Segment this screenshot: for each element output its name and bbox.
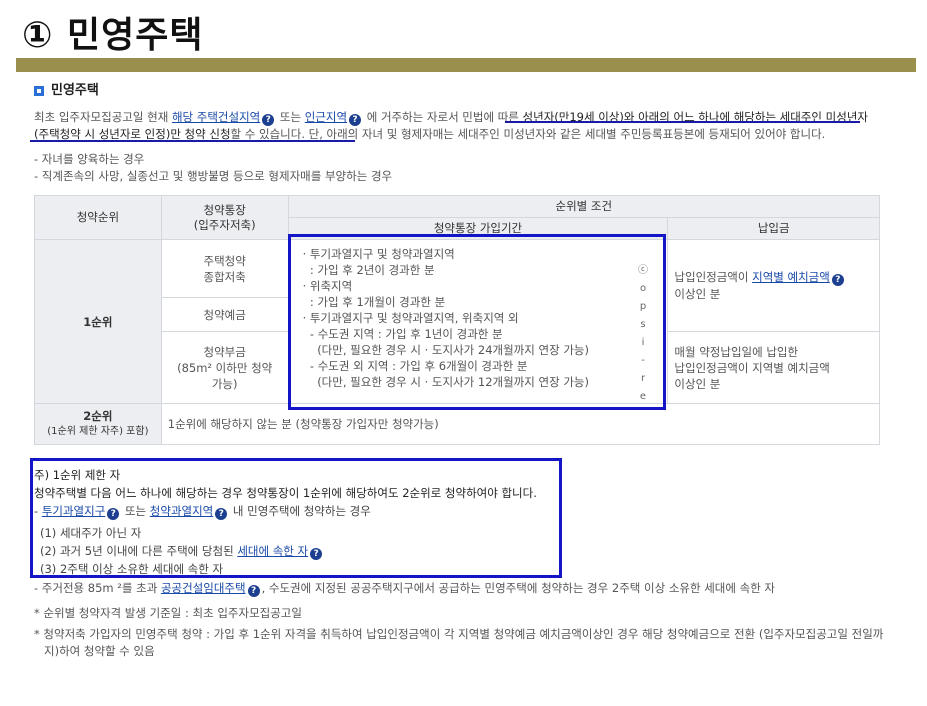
highlight-box-period (288, 234, 666, 410)
account-housing: 주택청약 종합저축 (160, 239, 289, 298)
help-icon[interactable]: ? (262, 114, 275, 126)
header-payment: 납입금 (667, 217, 880, 240)
footer-line: - 주거전용 85m ²를 초과 공공건설임대주택?, 수도권에 지정된 공공주… (34, 581, 776, 597)
title-bar (16, 58, 916, 72)
link-housing-area[interactable]: 해당 주택건설지역 (172, 110, 260, 124)
square-bullet-icon (34, 85, 44, 96)
list-item: - 직계존속의 사망, 실종선고 및 행방불명 등으로 형제자매를 부양하는 경… (34, 169, 393, 183)
condition-list: - 자녀를 양육하는 경우 - 직계존속의 사망, 실종선고 및 행방불명 등으… (34, 151, 880, 185)
underline-mark (505, 121, 860, 123)
slide-title: ① 민영주택 (22, 15, 204, 56)
watermark-text: ⓒ o p s i - r e (638, 265, 648, 402)
intro-paragraph: 최초 입주자모집공고일 현재 해당 주택건설지역? 또는 인근지역? 에 거주하… (34, 109, 880, 143)
link-nearby-area[interactable]: 인근지역 (305, 110, 347, 124)
link-regional-deposit[interactable]: 지역별 예치금액 (752, 270, 830, 284)
section-title: 민영주택 (51, 83, 99, 98)
intro-text: 에 거주하는 자로서 민법에 따른 (363, 110, 523, 124)
intro-text: 할 수 있습니다. 단, 아래의 자녀 및 형제자매는 세대주인 미성년자와 같… (230, 127, 826, 141)
payment-cell-1: 납입인정금액이 지역별 예치금액? 이상인 분 (667, 239, 880, 332)
intro-text: 또는 (276, 110, 305, 124)
footer-line: * 청약저축 가입자의 민영주택 청약 : 가입 후 1순위 자격을 취득하여 … (34, 627, 884, 658)
underline-mark (30, 140, 355, 142)
rank2-cell: 2순위 (1순위 제한 자주) 포함) (34, 403, 162, 445)
link-public-rental[interactable]: 공공건설임대주택 (161, 581, 246, 595)
list-item: - 자녀를 양육하는 경우 (34, 152, 145, 166)
help-icon[interactable]: ? (247, 585, 260, 597)
payment-cell-2: 매월 약정납입일에 납입한 납입인정금액이 지역별 예치금액 이상인 분 (667, 331, 880, 404)
help-icon[interactable]: ? (349, 114, 362, 126)
header-account: 청약통장 (입주자저축) (160, 195, 289, 240)
highlight-box-note (30, 458, 562, 578)
header-conditions: 순위별 조건 (287, 195, 881, 218)
header-rank: 청약순위 (34, 195, 162, 240)
rank1-cell: 1순위 (34, 239, 162, 404)
intro-text: 최초 입주자모집공고일 현재 (34, 110, 172, 124)
help-icon[interactable]: ? (831, 274, 844, 286)
section-heading: 민영주택 (34, 82, 880, 99)
account-installment: 청약부금 (85m² 이하만 청약 가능) (160, 331, 289, 404)
footer-line: * 순위별 청약자격 발생 기준일 : 최초 입주자모집공고일 (34, 606, 302, 620)
account-deposit: 청약예금 (160, 297, 289, 332)
footer-notes: - 주거전용 85m ²를 초과 공공건설임대주택?, 수도권에 지정된 공공주… (34, 580, 894, 660)
